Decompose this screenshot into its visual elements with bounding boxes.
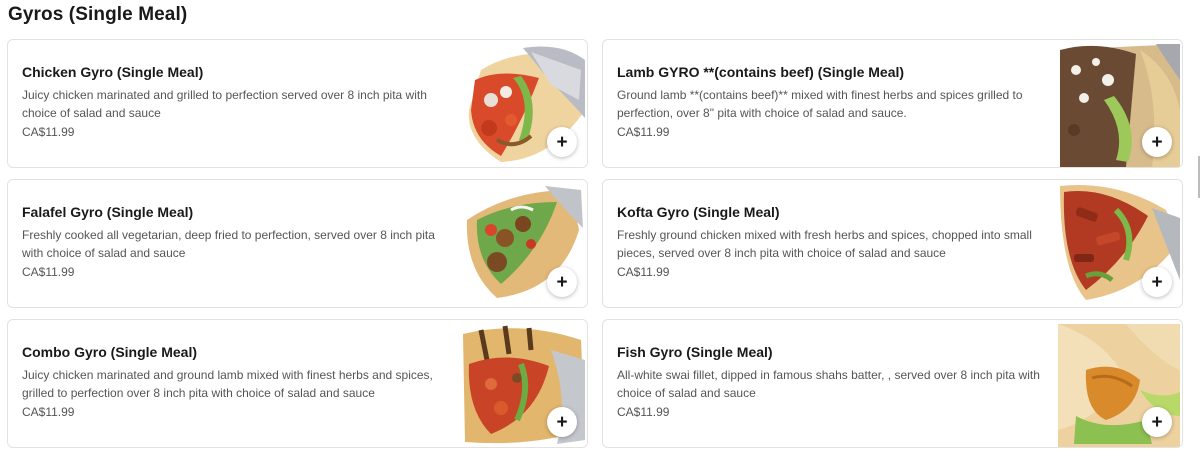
section-title: Gyros (Single Meal): [8, 4, 188, 25]
add-to-cart-button[interactable]: +: [1142, 407, 1172, 437]
menu-item-description: Freshly cooked all vegetarian, deep frie…: [22, 228, 435, 260]
menu-item-description: Juicy chicken marinated and ground lamb …: [22, 368, 433, 400]
falafel-gyro-photo[interactable]: +: [461, 180, 587, 307]
add-to-cart-button[interactable]: +: [1142, 267, 1172, 297]
menu-item-description: Juicy chicken marinated and grilled to p…: [22, 88, 427, 120]
menu-item-card-combo-gyro[interactable]: Combo Gyro (Single Meal) Juicy chicken m…: [7, 319, 588, 448]
menu-item-name: Lamb GYRO **(contains beef) (Single Meal…: [617, 64, 905, 80]
menu-item-text: Chicken Gyro (Single Meal) Juicy chicken…: [22, 63, 447, 141]
menu-item-price: CA$11.99: [22, 405, 75, 419]
menu-item-price: CA$11.99: [617, 265, 670, 279]
menu-item-description: All-white swai fillet, dipped in famous …: [617, 368, 1040, 400]
menu-item-price: CA$11.99: [22, 265, 75, 279]
kofta-gyro-photo[interactable]: +: [1056, 180, 1182, 307]
menu-item-price: CA$11.99: [617, 125, 670, 139]
menu-item-description: Freshly ground chicken mixed with fresh …: [617, 228, 1032, 260]
menu-item-name: Kofta Gyro (Single Meal): [617, 204, 780, 220]
menu-item-text: Kofta Gyro (Single Meal) Freshly ground …: [617, 203, 1042, 281]
add-to-cart-button[interactable]: +: [547, 267, 577, 297]
menu-item-card-kofta-gyro[interactable]: Kofta Gyro (Single Meal) Freshly ground …: [602, 179, 1183, 308]
menu-item-card-chicken-gyro[interactable]: Chicken Gyro (Single Meal) Juicy chicken…: [7, 39, 588, 168]
menu-item-name: Combo Gyro (Single Meal): [22, 344, 198, 360]
menu-item-card-lamb-gyro[interactable]: Lamb GYRO **(contains beef) (Single Meal…: [602, 39, 1183, 168]
combo-gyro-photo[interactable]: +: [461, 320, 587, 447]
chicken-gyro-photo[interactable]: +: [461, 40, 587, 167]
lamb-gyro-photo[interactable]: +: [1056, 40, 1182, 167]
menu-item-text: Fish Gyro (Single Meal) All-white swai f…: [617, 343, 1042, 421]
menu-item-description: Ground lamb **(contains beef)** mixed wi…: [617, 88, 1023, 120]
add-to-cart-button[interactable]: +: [547, 407, 577, 437]
menu-grid: Chicken Gyro (Single Meal) Juicy chicken…: [7, 39, 1185, 448]
add-to-cart-button[interactable]: +: [547, 127, 577, 157]
menu-item-price: CA$11.99: [22, 125, 75, 139]
menu-item-text: Falafel Gyro (Single Meal) Freshly cooke…: [22, 203, 447, 281]
menu-item-text: Lamb GYRO **(contains beef) (Single Meal…: [617, 63, 1042, 141]
add-to-cart-button[interactable]: +: [1142, 127, 1172, 157]
menu-item-name: Fish Gyro (Single Meal): [617, 344, 773, 360]
menu-item-price: CA$11.99: [617, 405, 670, 419]
menu-item-card-fish-gyro[interactable]: Fish Gyro (Single Meal) All-white swai f…: [602, 319, 1183, 448]
fish-gyro-photo[interactable]: +: [1056, 320, 1182, 447]
menu-item-name: Falafel Gyro (Single Meal): [22, 204, 194, 220]
menu-item-text: Combo Gyro (Single Meal) Juicy chicken m…: [22, 343, 447, 421]
menu-item-card-falafel-gyro[interactable]: Falafel Gyro (Single Meal) Freshly cooke…: [7, 179, 588, 308]
menu-item-name: Chicken Gyro (Single Meal): [22, 64, 204, 80]
